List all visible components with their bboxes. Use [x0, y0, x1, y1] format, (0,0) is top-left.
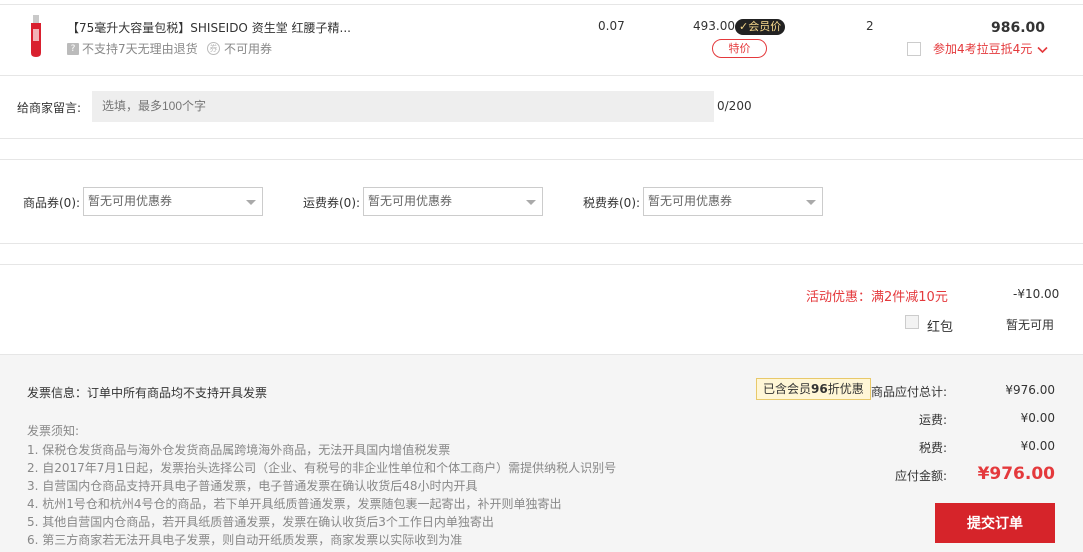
red-packet-value: 暂无可用 — [1006, 318, 1055, 332]
vip-price-badge: ✓会员价 — [735, 19, 786, 35]
invoice-info: 发票信息：订单中所有商品均不支持开具发票 — [27, 386, 268, 400]
special-price-tag: 特价 — [712, 39, 767, 58]
invoice-notice-item: 6. 第三方商家若无法开具电子发票，则自动开纸质发票，商家发票以实际收到为准 — [27, 533, 463, 547]
tax-value: ¥0.00 — [1020, 439, 1055, 453]
submit-order-button[interactable]: 提交订单 — [935, 503, 1055, 543]
message-divider — [0, 138, 1083, 139]
message-char-count: 0/200 — [717, 99, 752, 113]
message-label: 给商家留言: — [17, 101, 82, 115]
vip-check-icon: ✓ — [739, 20, 749, 33]
vip-discount-rate: 96 — [811, 382, 828, 396]
shipping-coupon-value: 暂无可用优惠券 — [368, 194, 453, 208]
product-total: 986.00 — [990, 20, 1045, 36]
product-thumbnail[interactable] — [26, 15, 46, 57]
invoice-notice-item: 1. 保税仓发货商品与海外仓发货商品属跨境海外商品，无法开具国内增值税发票 — [27, 443, 451, 457]
coupon-top-divider — [0, 159, 1083, 160]
dropdown-arrow-icon — [246, 200, 256, 205]
shipping-label: 运费: — [918, 413, 947, 427]
goods-coupon-value: 暂无可用优惠券 — [88, 194, 173, 208]
shipping-coupon-select[interactable]: 暂无可用优惠券 — [363, 187, 543, 216]
goods-coupon-label: 商品券(0): — [23, 196, 81, 210]
product-divider — [0, 75, 1083, 76]
no-return-note: ? 不支持7天无理由退货 — [67, 40, 198, 57]
payable-label: 应付金额: — [894, 469, 947, 483]
shipping-coupon-label: 运费券(0): — [303, 196, 361, 210]
activity-discount-label: 活动优惠：满2件减10元 — [806, 290, 948, 305]
tax-coupon-label: 税费券(0): — [583, 196, 641, 210]
goods-total-value: ¥976.00 — [1005, 383, 1055, 397]
question-icon: ? — [67, 42, 79, 55]
no-return-text: 不支持7天无理由退货 — [82, 42, 198, 56]
no-coupon-note: 券 不可用券 — [207, 40, 272, 57]
vip-badge-label: 会员价 — [748, 20, 782, 33]
coupon-divider — [0, 243, 1083, 244]
message-input[interactable] — [92, 91, 714, 122]
vip-discount-tag: 已含会员96折优惠 — [756, 378, 871, 400]
tax-coupon-value: 暂无可用优惠券 — [648, 194, 733, 208]
koala-bean-offer[interactable]: 参加4考拉豆抵4元 — [933, 40, 1048, 57]
product-quantity: 2 — [866, 19, 874, 33]
no-coupon-text: 不可用券 — [224, 42, 273, 56]
payable-amount: ¥976.00 — [977, 464, 1055, 484]
dropdown-arrow-icon — [806, 200, 816, 205]
goods-total-label: 商品应付总计: — [870, 385, 947, 399]
tax-label: 税费: — [918, 441, 947, 455]
invoice-notice-item: 5. 其他自营国内仓商品，若开具纸质普通发票，发票在确认收货后3个工作日内单独寄… — [27, 515, 494, 529]
goods-coupon-select[interactable]: 暂无可用优惠券 — [83, 187, 263, 216]
dropdown-arrow-icon — [526, 200, 536, 205]
product-title[interactable]: 【75毫升大容量包税】SHISEIDO 资生堂 红腰子精... — [67, 19, 351, 36]
product-weight: 0.07 — [598, 19, 625, 33]
red-packet-label: 红包 — [927, 320, 954, 335]
koala-bean-offer-text: 参加4考拉豆抵4元 — [933, 42, 1033, 56]
red-packet-checkbox[interactable] — [905, 315, 919, 329]
top-divider — [0, 4, 1083, 5]
vip-discount-prefix: 已含会员 — [763, 382, 812, 396]
koala-bean-checkbox[interactable] — [907, 42, 921, 56]
activity-discount-value: -¥10.00 — [1013, 287, 1060, 301]
shipping-value: ¥0.00 — [1020, 411, 1055, 425]
coupon-icon: 券 — [207, 42, 220, 55]
invoice-notice-item: 2. 自2017年7月1日起，发票抬头选择公司（企业、有税号的非企业性单位和个体… — [27, 461, 617, 475]
discount-top-divider — [0, 264, 1083, 265]
invoice-notice-title: 发票须知: — [27, 424, 80, 438]
chevron-down-icon — [1037, 46, 1048, 53]
tax-coupon-select[interactable]: 暂无可用优惠券 — [643, 187, 823, 216]
invoice-notice-item: 3. 自营国内仓商品支持开具电子普通发票，电子普通发票在确认收货后48小时内开具 — [27, 479, 478, 493]
invoice-notice-item: 4. 杭州1号仓和杭州4号仓的商品，若下单开具纸质普通发票，发票随包裹一起寄出，… — [27, 497, 562, 511]
product-price: 493.00 — [693, 19, 735, 33]
